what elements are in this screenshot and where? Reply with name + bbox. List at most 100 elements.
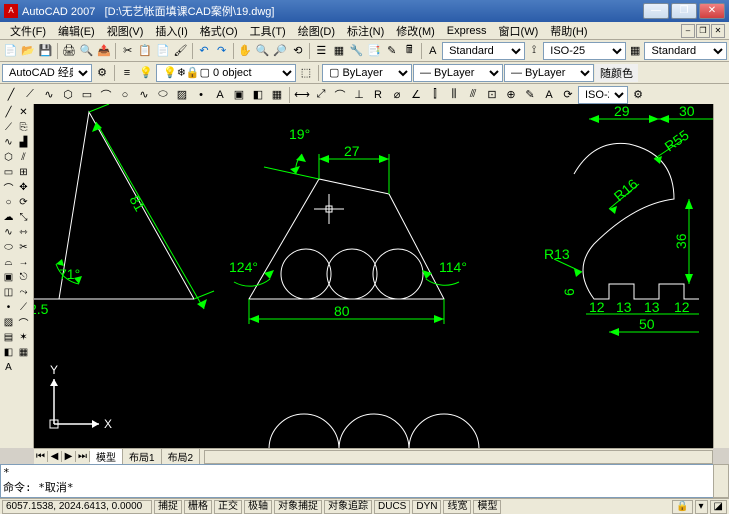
dyn-toggle[interactable]: DYN	[412, 500, 441, 514]
menu-modify[interactable]: 修改(M)	[390, 23, 441, 39]
dim-dia-icon[interactable]: ⌀	[388, 86, 406, 104]
zoom-prev-icon[interactable]: ⟲	[290, 42, 307, 60]
dim-tedit-icon[interactable]: A	[540, 86, 558, 104]
dim-style-combo[interactable]: ISO-25	[578, 86, 628, 104]
color-combo[interactable]: ▢ ByLayer	[322, 64, 412, 82]
table-icon[interactable]: ▦	[268, 86, 286, 104]
tab-layout2[interactable]: 布局2	[162, 449, 201, 464]
pal-ellipse-icon[interactable]: ⬭	[1, 240, 16, 255]
tab-next-icon[interactable]: ▶	[62, 451, 76, 462]
tablestyle-icon[interactable]: ▦	[627, 42, 644, 60]
xline-icon[interactable]: ⟋	[21, 86, 39, 104]
match-icon[interactable]: 🖌	[172, 42, 189, 60]
pal-grad-icon[interactable]: ▤	[1, 330, 16, 345]
pal-arc-icon[interactable]: ⌒	[1, 180, 16, 195]
layer-bulb-icon[interactable]: 💡	[137, 64, 155, 82]
markup-icon[interactable]: ✎	[383, 42, 400, 60]
zoom-win-icon[interactable]: 🔎	[272, 42, 289, 60]
dim-angle-icon[interactable]: ∠	[407, 86, 425, 104]
region-icon[interactable]: ◧	[249, 86, 267, 104]
grid-toggle[interactable]: 栅格	[184, 500, 212, 514]
dim-arc-icon[interactable]: ⌒	[331, 86, 349, 104]
close-button[interactable]: ✕	[699, 3, 725, 19]
dim-radius-icon[interactable]: R	[369, 86, 387, 104]
status-clean-icon[interactable]: ◪	[710, 500, 727, 514]
props-icon[interactable]: ☰	[313, 42, 330, 60]
pal-pline-icon[interactable]: ∿	[1, 135, 16, 150]
tab-model[interactable]: 模型	[90, 449, 123, 464]
menu-insert[interactable]: 插入(I)	[149, 23, 193, 39]
ducs-toggle[interactable]: DUCS	[374, 500, 410, 514]
spline-icon[interactable]: ∿	[135, 86, 153, 104]
status-lock-icon[interactable]: 🔒	[672, 500, 692, 514]
cmd-scrollbar[interactable]	[713, 464, 729, 498]
menu-express[interactable]: Express	[441, 25, 493, 37]
arc-icon[interactable]: ⌒	[97, 86, 115, 104]
menu-format[interactable]: 格式(O)	[194, 23, 244, 39]
pal-insert-icon[interactable]: ▣	[1, 270, 16, 285]
print-icon[interactable]: 🖨	[61, 42, 78, 60]
tool-icon[interactable]: 🔧	[348, 42, 365, 60]
open-icon[interactable]: 📂	[20, 42, 37, 60]
coords-panel[interactable]: 6057.1538, 2024.6413, 0.0000	[2, 500, 152, 514]
text-icon[interactable]: A	[211, 86, 229, 104]
pal-offset-icon[interactable]: ⫽	[16, 150, 31, 165]
snap-toggle[interactable]: 捕捉	[154, 500, 182, 514]
dim-center-icon[interactable]: ⊕	[502, 86, 520, 104]
pal-extend-icon[interactable]: →	[16, 255, 31, 270]
pal-revcloud-icon[interactable]: ☁	[1, 210, 16, 225]
osnap-toggle[interactable]: 对象捕捉	[274, 500, 322, 514]
command-window[interactable]: * 命令: *取消* 命令:	[0, 464, 729, 498]
pal-mtext-icon[interactable]: A	[1, 360, 16, 375]
layer-tool-icon[interactable]: ⬚	[297, 64, 315, 82]
pal-trim-icon[interactable]: ✂	[16, 240, 31, 255]
pal-fillet-icon[interactable]: ⌒	[16, 315, 31, 330]
pal-hatch-icon[interactable]: ▨	[1, 315, 16, 330]
point-icon[interactable]: •	[192, 86, 210, 104]
pal-join-icon[interactable]: ⤳	[16, 285, 31, 300]
ellipse-icon[interactable]: ⬭	[154, 86, 172, 104]
copy-icon[interactable]: 📋	[137, 42, 154, 60]
layer-combo[interactable]: 💡❄🔒▢ 0 object	[156, 64, 296, 82]
pal-region-icon[interactable]: ◧	[1, 345, 16, 360]
dc-icon[interactable]: ▦	[331, 42, 348, 60]
polygon-icon[interactable]: ⬡	[59, 86, 77, 104]
dim-ord-icon[interactable]: ⊥	[350, 86, 368, 104]
dim-linear-icon[interactable]: ⟷	[293, 86, 311, 104]
bycolor-button[interactable]: 随颜色	[595, 64, 638, 82]
menu-tools[interactable]: 工具(T)	[244, 23, 292, 39]
save-icon[interactable]: 💾	[37, 42, 54, 60]
undo-icon[interactable]: ↶	[196, 42, 213, 60]
dimstyle-combo[interactable]: ISO-25	[543, 42, 626, 60]
polar-toggle[interactable]: 极轴	[244, 500, 272, 514]
pal-circle-icon[interactable]: ○	[1, 195, 16, 210]
doc-close-button[interactable]: ✕	[711, 24, 725, 38]
dim-override-icon[interactable]: ⚙	[629, 86, 647, 104]
redo-icon[interactable]: ↷	[213, 42, 230, 60]
dim-update-icon[interactable]: ⟳	[559, 86, 577, 104]
pal-chamfer-icon[interactable]: ⟋	[16, 300, 31, 315]
horizontal-scrollbar[interactable]	[204, 450, 713, 464]
vertical-scrollbar[interactable]	[713, 104, 729, 448]
textstyle-combo[interactable]: Standard	[442, 42, 525, 60]
pal-array-icon[interactable]: ⊞	[16, 165, 31, 180]
tab-prev-icon[interactable]: ◀	[48, 451, 62, 462]
ortho-toggle[interactable]: 正交	[214, 500, 242, 514]
pal-explode-icon[interactable]: ✶	[16, 330, 31, 345]
line-icon[interactable]: ╱	[2, 86, 20, 104]
menu-dimension[interactable]: 标注(N)	[341, 23, 390, 39]
menu-file[interactable]: 文件(F)	[4, 23, 52, 39]
zoom-rt-icon[interactable]: 🔍	[254, 42, 271, 60]
paste-icon[interactable]: 📄	[155, 42, 172, 60]
tablestyle-combo[interactable]: Standard	[644, 42, 727, 60]
linetype-combo[interactable]: — ByLayer	[413, 64, 503, 82]
publish-icon[interactable]: 📤	[96, 42, 113, 60]
dim-tol-icon[interactable]: ⊡	[483, 86, 501, 104]
minimize-button[interactable]: —	[643, 3, 669, 19]
pal-copy-icon[interactable]: ⎘	[16, 120, 31, 135]
pal-table-icon[interactable]: ▦	[16, 345, 31, 360]
pal-stretch-icon[interactable]: ⇿	[16, 225, 31, 240]
pal-block-icon[interactable]: ◫	[1, 285, 16, 300]
lineweight-combo[interactable]: — ByLayer	[504, 64, 594, 82]
pal-polygon-icon[interactable]: ⬡	[1, 150, 16, 165]
